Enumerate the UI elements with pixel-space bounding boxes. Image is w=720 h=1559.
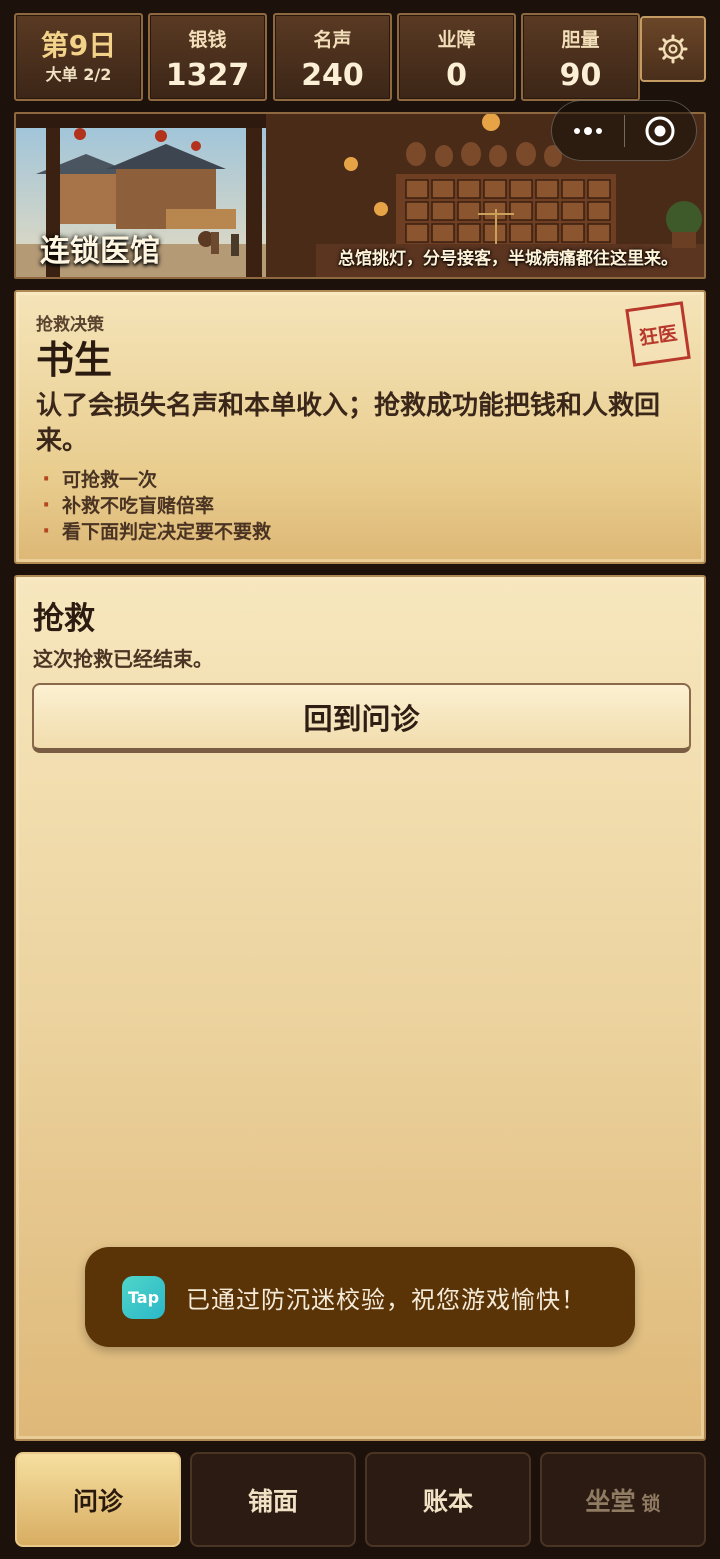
rescue-decision-card: 抢救决策 书生 认了会损失名声和本单收入；抢救成功能把钱和人救回来。 可抢救一次… <box>14 290 706 564</box>
settings-button[interactable] <box>640 16 706 82</box>
stat-silver: 银钱 1327 <box>148 13 267 101</box>
list-item: 看下面判定决定要不要救 <box>36 519 684 545</box>
tab-label: 账本 <box>422 1486 473 1516</box>
stat-value: 1327 <box>165 58 250 93</box>
patient-name: 书生 <box>36 338 113 382</box>
decision-description: 认了会损失名声和本单收入；抢救成功能把钱和人救回来。 <box>36 391 661 456</box>
stat-value: 0 <box>446 58 467 93</box>
taptap-logo-icon: Tap <box>122 1275 165 1319</box>
banner-subtitle: 总馆挑灯，分号接客，半城病痛都往这里来。 <box>338 249 678 269</box>
top-stat-bar: 第9日 大单 2/2 银钱 1327 名声 240 业障 0 胆量 90 <box>0 0 720 108</box>
target-close-icon <box>645 116 675 145</box>
stat-fame: 名声 240 <box>273 13 392 101</box>
day-label: 第9日 <box>40 29 117 62</box>
day-card: 第9日 大单 2/2 <box>14 13 143 101</box>
rescue-title: 抢救 <box>33 601 95 637</box>
list-item: 补救不吃盲赌倍率 <box>36 493 684 519</box>
stat-label: 银钱 <box>188 29 227 51</box>
stat-label: 胆量 <box>561 29 600 51</box>
stat-courage: 胆量 90 <box>521 13 640 101</box>
more-dots-icon <box>573 126 602 135</box>
bottom-tab-bar: 问诊 铺面 账本 坐堂 锁 <box>0 1442 720 1559</box>
anti-addiction-toast: Tap 已通过防沉迷校验，祝您游戏愉快！ <box>85 1247 635 1347</box>
order-progress: 大单 2/2 <box>45 65 112 84</box>
rescue-status: 这次抢救已经结束。 <box>33 647 213 671</box>
back-to-consultation-button[interactable]: 回到问诊 <box>32 683 691 753</box>
tab-storefront[interactable]: 铺面 <box>190 1452 356 1547</box>
tab-sit-in-hall[interactable]: 坐堂 锁 <box>540 1452 706 1547</box>
tab-label: 问诊 <box>72 1486 123 1516</box>
tab-ledger[interactable]: 账本 <box>365 1452 531 1547</box>
toast-message: 已通过防沉迷校验，祝您游戏愉快！ <box>186 1285 586 1314</box>
tab-consultation[interactable]: 问诊 <box>15 1452 181 1547</box>
mini-program-capsule <box>551 100 697 161</box>
tab-label: 铺面 <box>247 1486 298 1516</box>
stat-label: 名声 <box>313 29 352 51</box>
lock-badge: 锁 <box>641 1493 661 1515</box>
decision-bullets: 可抢救一次 补救不吃盲赌倍率 看下面判定决定要不要救 <box>36 467 684 545</box>
mad-doctor-stamp: 狂医 <box>625 301 691 367</box>
gear-icon <box>658 34 688 64</box>
tab-label: 坐堂 <box>585 1486 636 1516</box>
stat-value: 240 <box>301 58 364 93</box>
more-menu-button[interactable] <box>552 100 624 161</box>
stat-value: 90 <box>559 58 602 93</box>
banner-title: 连锁医馆 <box>40 234 160 269</box>
list-item: 可抢救一次 <box>36 467 684 493</box>
stat-label: 业障 <box>437 29 476 51</box>
decision-kicker: 抢救决策 <box>36 315 104 335</box>
close-mini-program-button[interactable] <box>625 100 697 161</box>
stat-karma: 业障 0 <box>397 13 516 101</box>
